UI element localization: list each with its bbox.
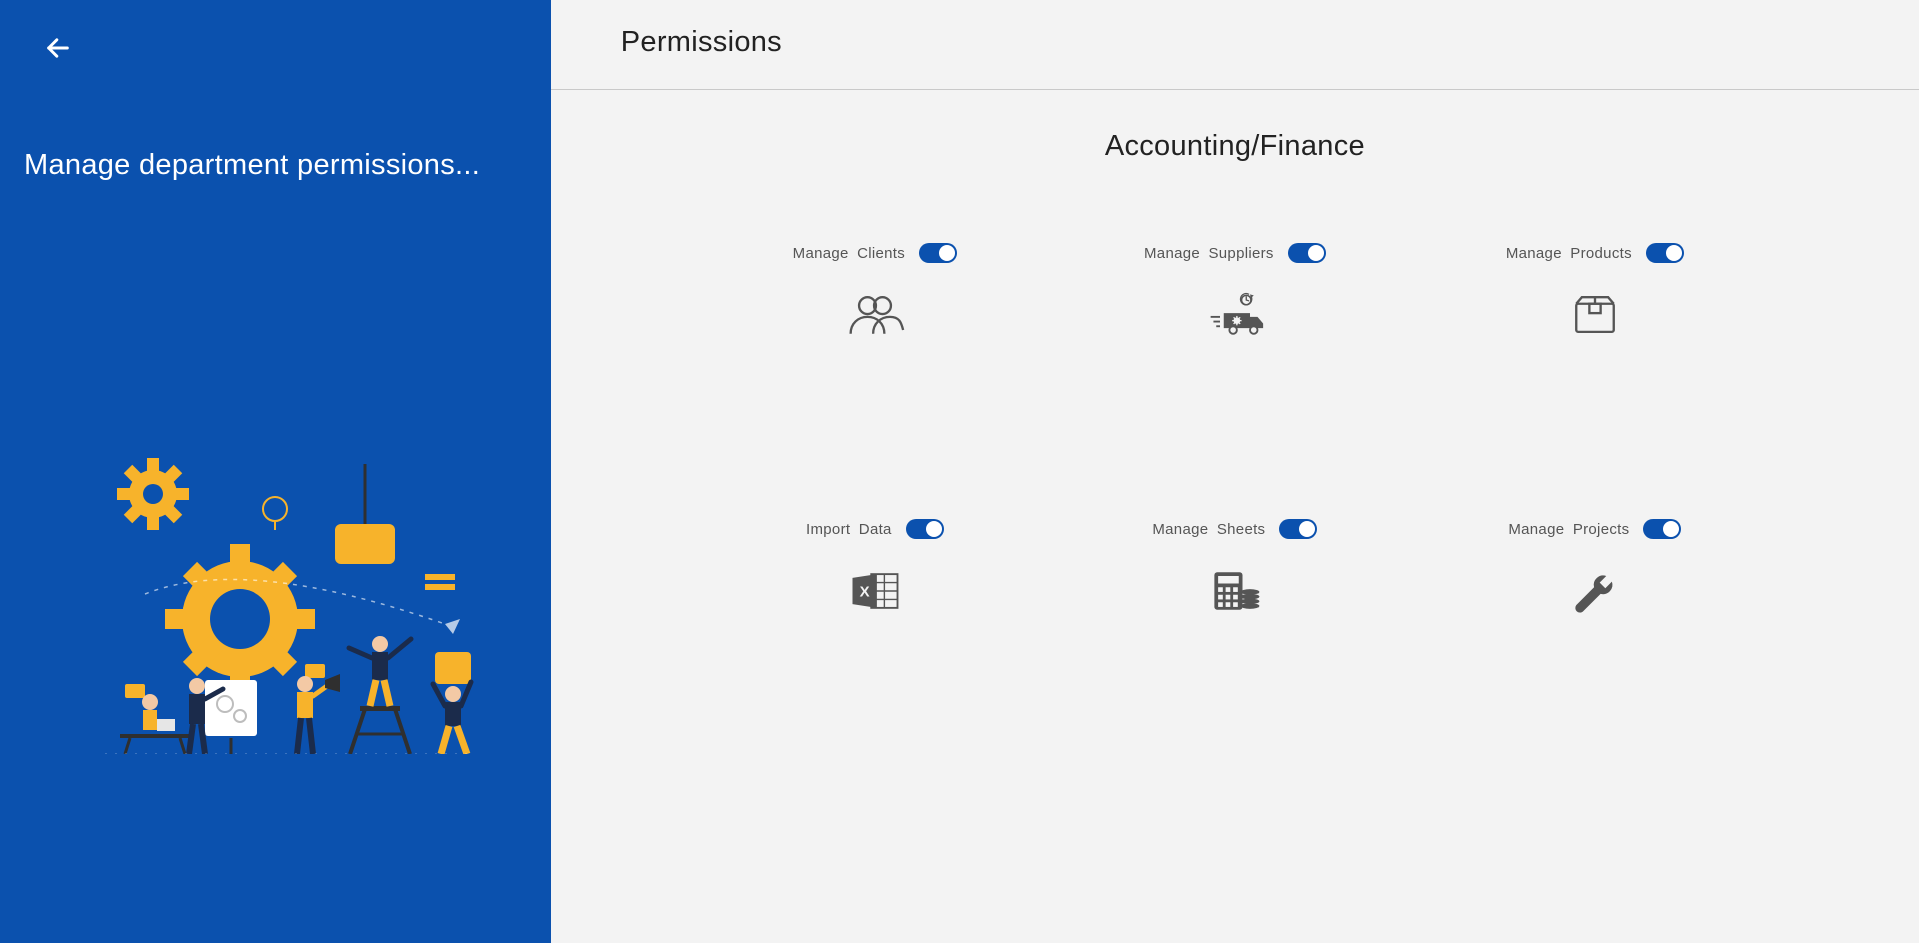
toggle-projects[interactable]	[1643, 519, 1681, 539]
toggle-suppliers[interactable]	[1288, 243, 1326, 263]
permissions-grid: Manage Clients Manage Suppliers	[705, 243, 1765, 615]
sidebar-illustration	[20, 245, 531, 943]
main-panel: Permissions Accounting/Finance Manage Cl…	[551, 0, 1919, 943]
back-button[interactable]	[40, 30, 76, 66]
permission-label: Manage Suppliers	[1144, 245, 1274, 262]
permission-row: Import Data	[806, 519, 944, 539]
team-working-illustration	[65, 434, 485, 754]
content-area: Accounting/Finance Manage Clients	[551, 90, 1919, 943]
toggle-import[interactable]	[906, 519, 944, 539]
wrench-icon	[1565, 567, 1625, 615]
permission-label: Manage Sheets	[1152, 521, 1265, 538]
box-icon	[1565, 291, 1625, 339]
arrow-left-icon	[44, 34, 72, 62]
permission-label: Import Data	[806, 521, 892, 538]
permission-label: Manage Clients	[793, 245, 905, 262]
people-icon	[845, 291, 905, 339]
permission-suppliers: Manage Suppliers	[1065, 243, 1405, 339]
permission-row: Manage Products	[1506, 243, 1684, 263]
main-header: Permissions	[551, 0, 1919, 90]
toggle-products[interactable]	[1646, 243, 1684, 263]
permission-row: Manage Sheets	[1152, 519, 1317, 539]
permission-row: Manage Clients	[793, 243, 957, 263]
sidebar-title: Manage department permissions...	[24, 146, 531, 185]
permission-row: Manage Suppliers	[1144, 243, 1326, 263]
toggle-sheets[interactable]	[1279, 519, 1317, 539]
permission-label: Manage Products	[1506, 245, 1632, 262]
permission-sheets: Manage Sheets	[1065, 519, 1405, 615]
permission-label: Manage Projects	[1508, 521, 1629, 538]
sidebar: Manage department permissions...	[0, 0, 551, 943]
permission-import: Import Data X	[705, 519, 1045, 615]
section-title: Accounting/Finance	[591, 130, 1879, 163]
permission-row: Manage Projects	[1508, 519, 1681, 539]
toggle-clients[interactable]	[919, 243, 957, 263]
permission-projects: Manage Projects	[1425, 519, 1765, 615]
svg-text:X: X	[860, 584, 870, 601]
permission-clients: Manage Clients	[705, 243, 1045, 339]
page-title: Permissions	[621, 26, 1859, 59]
permission-products: Manage Products	[1425, 243, 1765, 339]
excel-icon: X	[845, 567, 905, 615]
calculator-icon	[1205, 567, 1265, 615]
delivery-icon	[1205, 291, 1265, 339]
